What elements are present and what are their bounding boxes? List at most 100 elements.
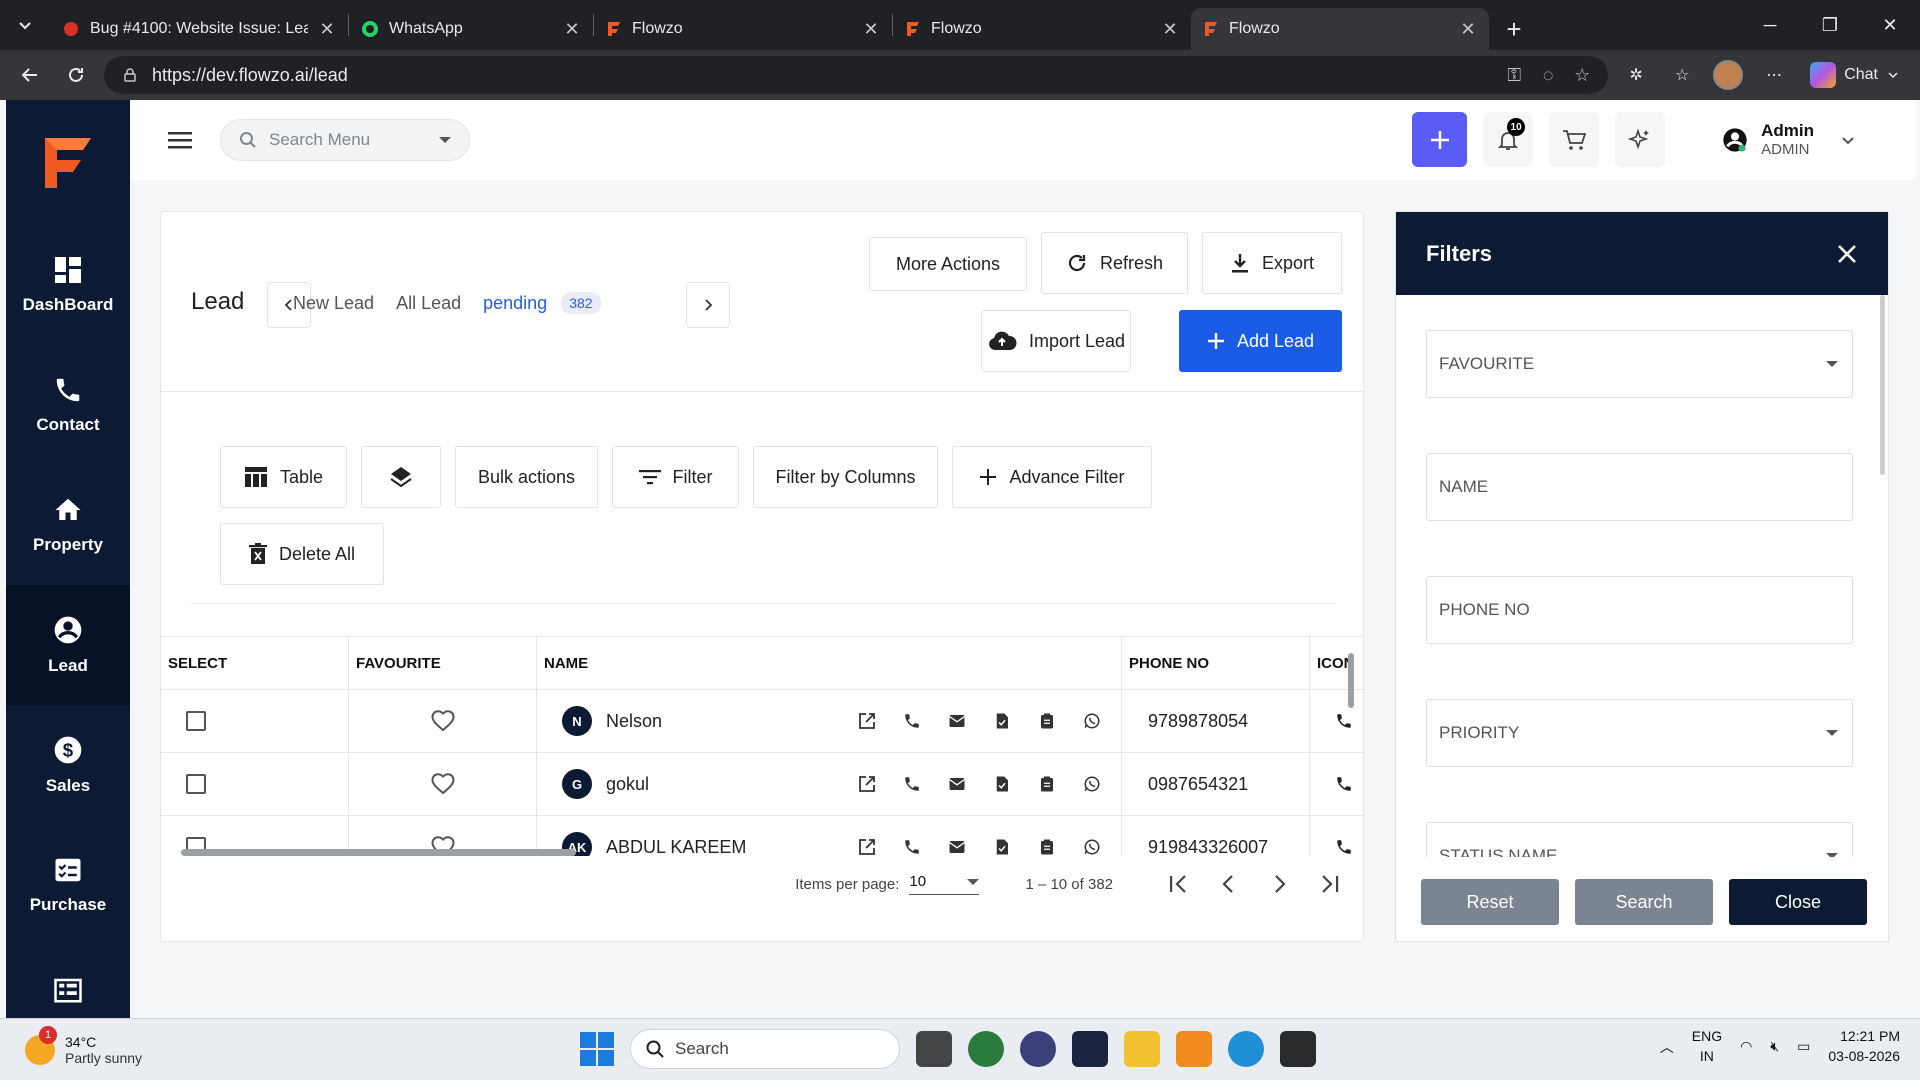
browser-tab-flowzo-2[interactable]: Flowzo ✕ — [893, 8, 1191, 50]
language-indicator[interactable]: ENG IN — [1692, 1027, 1722, 1066]
filter-button[interactable]: Filter — [612, 446, 739, 508]
table-view-button[interactable]: Table — [220, 446, 347, 508]
sidebar-item-sales[interactable]: $ Sales — [6, 705, 130, 825]
phone-icon[interactable] — [903, 775, 921, 793]
refresh-button[interactable]: Refresh — [1041, 232, 1188, 294]
table-vertical-scrollbar[interactable] — [1347, 637, 1355, 847]
next-page-icon[interactable] — [1265, 872, 1293, 896]
notifications-button[interactable]: 10 — [1483, 112, 1534, 167]
file-explorer-icon[interactable] — [1124, 1031, 1160, 1067]
table-row[interactable]: N Nelson 9789878054 — [161, 690, 1365, 753]
sidebar-item-contact[interactable]: Contact — [6, 345, 130, 465]
browser-tab-whatsapp[interactable]: WhatsApp ✕ — [349, 8, 593, 50]
sublime-text-icon[interactable] — [1176, 1031, 1212, 1067]
open-external-icon[interactable] — [858, 775, 876, 793]
volume-muted-icon[interactable]: 🔇︎ — [1770, 1038, 1779, 1055]
wifi-icon[interactable]: ◠ — [1740, 1038, 1752, 1055]
browser-tab-flowzo-1[interactable]: Flowzo ✕ — [594, 8, 892, 50]
start-button[interactable] — [580, 1032, 614, 1066]
heart-outline-icon[interactable] — [430, 709, 456, 733]
search-menu-input[interactable]: Search Menu — [220, 119, 470, 161]
whatsapp-icon[interactable] — [1083, 775, 1101, 793]
task-view-icon[interactable] — [916, 1031, 952, 1067]
import-lead-button[interactable]: Import Lead — [981, 310, 1131, 372]
close-tab-icon[interactable]: ✕ — [563, 19, 581, 40]
sidebar-item-more[interactable] — [6, 945, 130, 1005]
close-icon[interactable] — [1836, 243, 1858, 265]
close-tab-icon[interactable]: ✕ — [862, 19, 880, 40]
add-lead-button[interactable]: Add Lead — [1179, 310, 1342, 372]
column-header-favourite[interactable]: FAVOURITE — [349, 637, 537, 689]
breadcrumb-next-button[interactable] — [686, 282, 730, 328]
chat-button[interactable]: Chat — [1802, 62, 1908, 88]
breadcrumb-new-lead[interactable]: New Lead — [293, 293, 374, 314]
sidebar-item-dashboard[interactable]: DashBoard — [6, 225, 130, 345]
document-check-icon[interactable] — [993, 775, 1011, 793]
url-text[interactable]: https://dev.flowzo.ai/lead — [152, 65, 1492, 86]
document-check-icon[interactable] — [993, 712, 1011, 730]
hamburger-menu-icon[interactable] — [168, 130, 194, 150]
last-page-icon[interactable] — [1315, 872, 1343, 896]
quick-add-button[interactable] — [1412, 112, 1468, 167]
terminal-icon[interactable] — [1280, 1031, 1316, 1067]
edge-icon[interactable] — [1228, 1031, 1264, 1067]
maximize-icon[interactable]: ❐ — [1800, 15, 1860, 36]
site-info-icon[interactable] — [118, 67, 142, 83]
row-select-checkbox[interactable] — [186, 711, 206, 731]
row-select-checkbox[interactable] — [186, 774, 206, 794]
weather-widget[interactable]: 1 34°C Partly sunny — [25, 1025, 142, 1066]
breadcrumb-all-lead[interactable]: All Lead — [396, 293, 461, 314]
table-row[interactable]: G gokul 0987654321 — [161, 753, 1365, 816]
profile-avatar[interactable] — [1710, 60, 1746, 90]
flowzo-logo[interactable] — [6, 100, 130, 225]
sidebar-item-lead[interactable]: Lead — [6, 585, 130, 705]
chevron-up-icon[interactable]: ︿ — [1660, 1037, 1674, 1057]
clock[interactable]: 12:21 PM 03-08-2026 — [1828, 1027, 1900, 1066]
eclipse-icon[interactable] — [1020, 1031, 1056, 1067]
advance-filter-button[interactable]: Advance Filter — [952, 446, 1152, 508]
breadcrumb-pending[interactable]: pending — [483, 293, 547, 314]
extensions-icon[interactable]: ✲ — [1618, 65, 1654, 85]
whatsapp-icon[interactable] — [1083, 712, 1101, 730]
layers-button[interactable] — [361, 446, 441, 508]
window-close-icon[interactable]: ✕ — [1860, 15, 1920, 36]
hs-app-icon[interactable] — [968, 1031, 1004, 1067]
new-tab-button[interactable]: + — [1489, 8, 1539, 50]
heart-outline-icon[interactable] — [430, 772, 456, 796]
more-icon[interactable]: ⋯ — [1756, 65, 1792, 85]
cart-button[interactable] — [1549, 112, 1600, 167]
more-actions-button[interactable]: More Actions — [869, 237, 1027, 291]
clipboard-icon[interactable] — [1038, 712, 1056, 730]
back-icon[interactable] — [12, 57, 48, 93]
mail-icon[interactable] — [948, 712, 966, 730]
reset-button[interactable]: Reset — [1421, 879, 1559, 925]
key-icon[interactable]: ⚿ — [1502, 65, 1526, 86]
mail-icon[interactable] — [948, 775, 966, 793]
close-button[interactable]: Close — [1729, 879, 1867, 925]
sidebar-item-property[interactable]: Property — [6, 465, 130, 585]
status-name-select[interactable]: STATUS NAME — [1426, 822, 1853, 857]
reload-icon[interactable] — [58, 57, 94, 93]
export-button[interactable]: Export — [1202, 232, 1342, 294]
column-header-icon[interactable]: ICON — [1310, 637, 1365, 689]
open-external-icon[interactable] — [858, 712, 876, 730]
tab-search-menu[interactable] — [0, 0, 50, 50]
phone-icon[interactable] — [903, 712, 921, 730]
lead-name[interactable]: gokul — [606, 774, 806, 795]
minimize-icon[interactable]: ─ — [1740, 15, 1800, 36]
close-tab-icon[interactable]: ✕ — [1459, 19, 1477, 40]
priority-select[interactable]: PRIORITY — [1426, 699, 1853, 767]
name-field[interactable]: NAME — [1426, 453, 1853, 521]
lead-name[interactable]: Nelson — [606, 711, 806, 732]
delete-all-button[interactable]: Delete All — [220, 523, 384, 585]
bulk-actions-button[interactable]: Bulk actions — [455, 446, 598, 508]
browser-tab-bug[interactable]: Bug #4100: Website Issue: Lead data ✕ — [50, 8, 348, 50]
favorites-icon[interactable]: ☆ — [1664, 65, 1700, 85]
search-button[interactable]: Search — [1575, 879, 1713, 925]
column-header-name[interactable]: NAME — [537, 637, 1122, 689]
close-tab-icon[interactable]: ✕ — [318, 19, 336, 40]
column-header-phone[interactable]: PHONE NO — [1122, 637, 1310, 689]
sidebar-item-purchase[interactable]: Purchase — [6, 825, 130, 945]
favourite-select[interactable]: FAVOURITE — [1426, 330, 1853, 398]
items-per-page-select[interactable]: 10 — [909, 873, 980, 895]
